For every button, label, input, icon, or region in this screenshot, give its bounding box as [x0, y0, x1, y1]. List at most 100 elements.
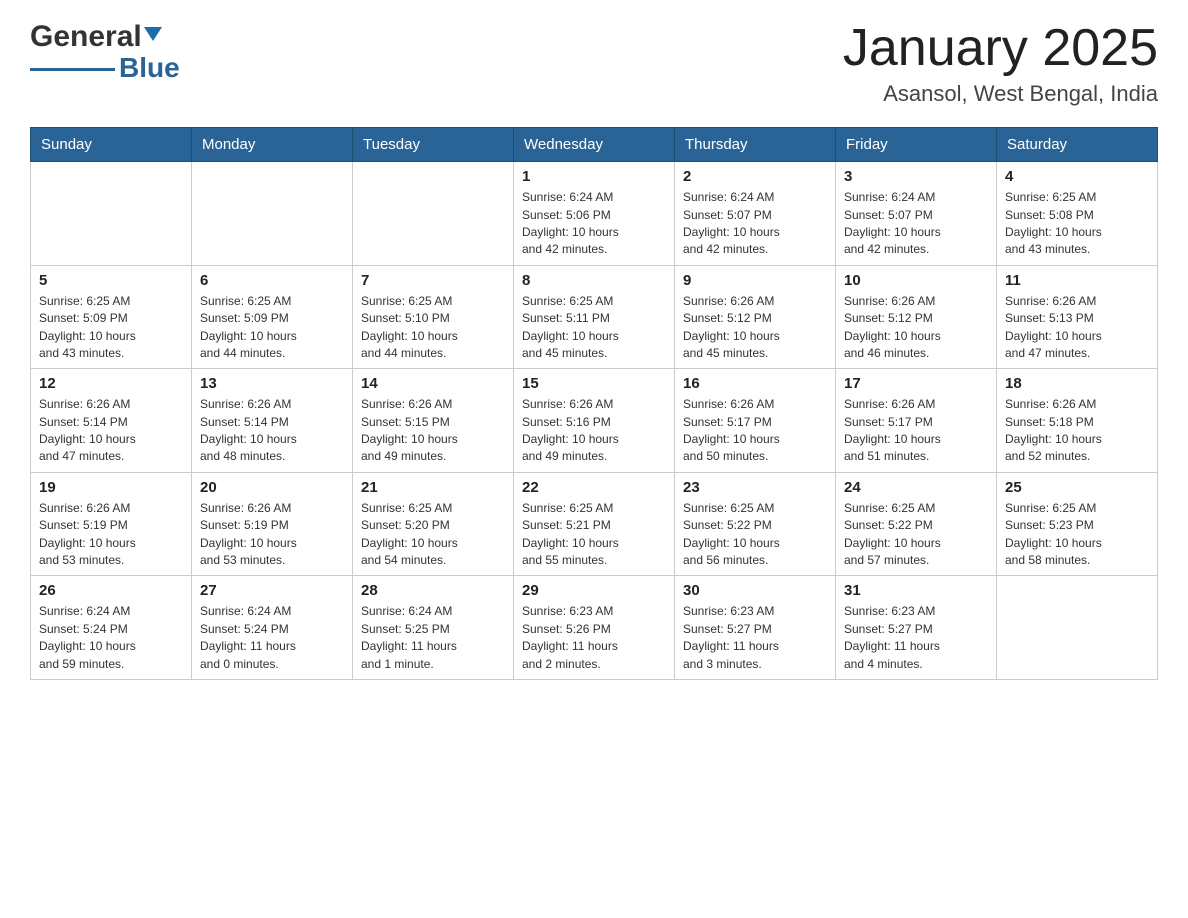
day-info: Sunrise: 6:26 AM Sunset: 5:18 PM Dayligh… — [1005, 396, 1149, 466]
day-number: 15 — [522, 375, 666, 392]
day-number: 29 — [522, 582, 666, 599]
week-row: 1Sunrise: 6:24 AM Sunset: 5:06 PM Daylig… — [31, 162, 1158, 266]
day-number: 20 — [200, 479, 344, 496]
day-of-week-header: Sunday — [31, 128, 192, 162]
week-row: 12 Sunrise: 6:26 AM Sunset: 5:14 PM Dayli… — [31, 369, 1158, 473]
week-row: 19 Sunrise: 6:26 AM Sunset: 5:19 PM Dayli… — [31, 472, 1158, 576]
day-info: Sunrise: 6:26 AM Sunset: 5:12 PM Dayligh… — [844, 293, 988, 363]
calendar-cell: 12 Sunrise: 6:26 AM Sunset: 5:14 PM Dayli… — [31, 369, 192, 473]
calendar-cell: 24 Sunrise: 6:25 AM Sunset: 5:22 PM Dayli… — [836, 472, 997, 576]
day-number: 23 — [683, 479, 827, 496]
calendar-body: 1Sunrise: 6:24 AM Sunset: 5:06 PM Daylig… — [31, 162, 1158, 680]
logo-blue-text: Blue — [119, 52, 180, 84]
calendar-cell: 11 Sunrise: 6:26 AM Sunset: 5:13 PM Dayli… — [997, 265, 1158, 369]
calendar-cell: 30Sunrise: 6:23 AM Sunset: 5:27 PM Dayli… — [675, 576, 836, 680]
day-of-week-header: Wednesday — [514, 128, 675, 162]
day-info: Sunrise: 6:23 AM Sunset: 5:26 PM Dayligh… — [522, 603, 666, 673]
day-number: 24 — [844, 479, 988, 496]
calendar-cell: 28Sunrise: 6:24 AM Sunset: 5:25 PM Dayli… — [353, 576, 514, 680]
calendar-cell: 25 Sunrise: 6:25 AM Sunset: 5:23 PM Dayli… — [997, 472, 1158, 576]
day-number: 3 — [844, 168, 988, 185]
day-number: 19 — [39, 479, 183, 496]
day-info: Sunrise: 6:26 AM Sunset: 5:16 PM Dayligh… — [522, 396, 666, 466]
days-of-week-row: SundayMondayTuesdayWednesdayThursdayFrid… — [31, 128, 1158, 162]
calendar-cell: 9 Sunrise: 6:26 AM Sunset: 5:12 PM Daylig… — [675, 265, 836, 369]
calendar-header: SundayMondayTuesdayWednesdayThursdayFrid… — [31, 128, 1158, 162]
calendar-cell: 16 Sunrise: 6:26 AM Sunset: 5:17 PM Dayli… — [675, 369, 836, 473]
day-info: Sunrise: 6:25 AM Sunset: 5:22 PM Dayligh… — [844, 500, 988, 570]
day-info: Sunrise: 6:24 AM Sunset: 5:07 PM Dayligh… — [844, 189, 988, 259]
day-of-week-header: Saturday — [997, 128, 1158, 162]
calendar-cell: 13Sunrise: 6:26 AM Sunset: 5:14 PM Dayli… — [192, 369, 353, 473]
day-info: Sunrise: 6:25 AM Sunset: 5:21 PM Dayligh… — [522, 500, 666, 570]
week-row: 26Sunrise: 6:24 AM Sunset: 5:24 PM Dayli… — [31, 576, 1158, 680]
day-info: Sunrise: 6:26 AM Sunset: 5:14 PM Dayligh… — [39, 396, 183, 466]
day-number: 8 — [522, 272, 666, 289]
day-number: 22 — [522, 479, 666, 496]
day-number: 14 — [361, 375, 505, 392]
day-number: 11 — [1005, 272, 1149, 289]
day-number: 6 — [200, 272, 344, 289]
calendar-cell: 23 Sunrise: 6:25 AM Sunset: 5:22 PM Dayli… — [675, 472, 836, 576]
title-area: January 2025 Asansol, West Bengal, India — [843, 20, 1158, 107]
day-info: Sunrise: 6:26 AM Sunset: 5:12 PM Dayligh… — [683, 293, 827, 363]
calendar-cell: 10 Sunrise: 6:26 AM Sunset: 5:12 PM Dayli… — [836, 265, 997, 369]
day-number: 2 — [683, 168, 827, 185]
calendar-cell: 21Sunrise: 6:25 AM Sunset: 5:20 PM Dayli… — [353, 472, 514, 576]
calendar-cell: 8Sunrise: 6:25 AM Sunset: 5:11 PM Daylig… — [514, 265, 675, 369]
day-info: Sunrise: 6:25 AM Sunset: 5:10 PM Dayligh… — [361, 293, 505, 363]
day-info: Sunrise: 6:25 AM Sunset: 5:09 PM Dayligh… — [39, 293, 183, 363]
calendar-cell: 1Sunrise: 6:24 AM Sunset: 5:06 PM Daylig… — [514, 162, 675, 266]
day-number: 27 — [200, 582, 344, 599]
day-number: 17 — [844, 375, 988, 392]
calendar-cell: 26Sunrise: 6:24 AM Sunset: 5:24 PM Dayli… — [31, 576, 192, 680]
day-number: 10 — [844, 272, 988, 289]
day-number: 5 — [39, 272, 183, 289]
calendar-cell: 22 Sunrise: 6:25 AM Sunset: 5:21 PM Dayli… — [514, 472, 675, 576]
day-number: 16 — [683, 375, 827, 392]
day-info: Sunrise: 6:25 AM Sunset: 5:22 PM Dayligh… — [683, 500, 827, 570]
calendar-cell: 20Sunrise: 6:26 AM Sunset: 5:19 PM Dayli… — [192, 472, 353, 576]
calendar-cell: 31 Sunrise: 6:23 AM Sunset: 5:27 PM Dayli… — [836, 576, 997, 680]
day-number: 26 — [39, 582, 183, 599]
day-info: Sunrise: 6:25 AM Sunset: 5:08 PM Dayligh… — [1005, 189, 1149, 259]
day-number: 12 — [39, 375, 183, 392]
calendar-cell — [997, 576, 1158, 680]
calendar-cell: 5 Sunrise: 6:25 AM Sunset: 5:09 PM Daylig… — [31, 265, 192, 369]
day-number: 31 — [844, 582, 988, 599]
day-of-week-header: Friday — [836, 128, 997, 162]
logo-line — [30, 68, 115, 71]
day-info: Sunrise: 6:26 AM Sunset: 5:13 PM Dayligh… — [1005, 293, 1149, 363]
calendar-cell: 19 Sunrise: 6:26 AM Sunset: 5:19 PM Dayli… — [31, 472, 192, 576]
day-info: Sunrise: 6:26 AM Sunset: 5:15 PM Dayligh… — [361, 396, 505, 466]
calendar-cell: 27Sunrise: 6:24 AM Sunset: 5:24 PM Dayli… — [192, 576, 353, 680]
calendar-cell: 4 Sunrise: 6:25 AM Sunset: 5:08 PM Daylig… — [997, 162, 1158, 266]
week-row: 5 Sunrise: 6:25 AM Sunset: 5:09 PM Daylig… — [31, 265, 1158, 369]
day-of-week-header: Thursday — [675, 128, 836, 162]
day-info: Sunrise: 6:24 AM Sunset: 5:06 PM Dayligh… — [522, 189, 666, 259]
calendar-cell: 29 Sunrise: 6:23 AM Sunset: 5:26 PM Dayli… — [514, 576, 675, 680]
calendar-cell: 3 Sunrise: 6:24 AM Sunset: 5:07 PM Daylig… — [836, 162, 997, 266]
logo: General Blue — [30, 20, 180, 84]
calendar-cell: 18Sunrise: 6:26 AM Sunset: 5:18 PM Dayli… — [997, 369, 1158, 473]
day-number: 9 — [683, 272, 827, 289]
day-of-week-header: Tuesday — [353, 128, 514, 162]
day-info: Sunrise: 6:23 AM Sunset: 5:27 PM Dayligh… — [844, 603, 988, 673]
day-info: Sunrise: 6:25 AM Sunset: 5:09 PM Dayligh… — [200, 293, 344, 363]
day-info: Sunrise: 6:26 AM Sunset: 5:17 PM Dayligh… — [683, 396, 827, 466]
page-subtitle: Asansol, West Bengal, India — [843, 81, 1158, 107]
day-number: 7 — [361, 272, 505, 289]
day-info: Sunrise: 6:25 AM Sunset: 5:23 PM Dayligh… — [1005, 500, 1149, 570]
day-number: 4 — [1005, 168, 1149, 185]
day-info: Sunrise: 6:26 AM Sunset: 5:19 PM Dayligh… — [39, 500, 183, 570]
day-number: 25 — [1005, 479, 1149, 496]
page-title: January 2025 — [843, 20, 1158, 77]
calendar-cell: 6 Sunrise: 6:25 AM Sunset: 5:09 PM Daylig… — [192, 265, 353, 369]
logo-triangle-icon — [144, 27, 162, 41]
calendar-cell: 2Sunrise: 6:24 AM Sunset: 5:07 PM Daylig… — [675, 162, 836, 266]
calendar-cell — [31, 162, 192, 266]
day-number: 21 — [361, 479, 505, 496]
calendar-cell: 7 Sunrise: 6:25 AM Sunset: 5:10 PM Daylig… — [353, 265, 514, 369]
calendar-cell: 14 Sunrise: 6:26 AM Sunset: 5:15 PM Dayli… — [353, 369, 514, 473]
day-info: Sunrise: 6:26 AM Sunset: 5:17 PM Dayligh… — [844, 396, 988, 466]
